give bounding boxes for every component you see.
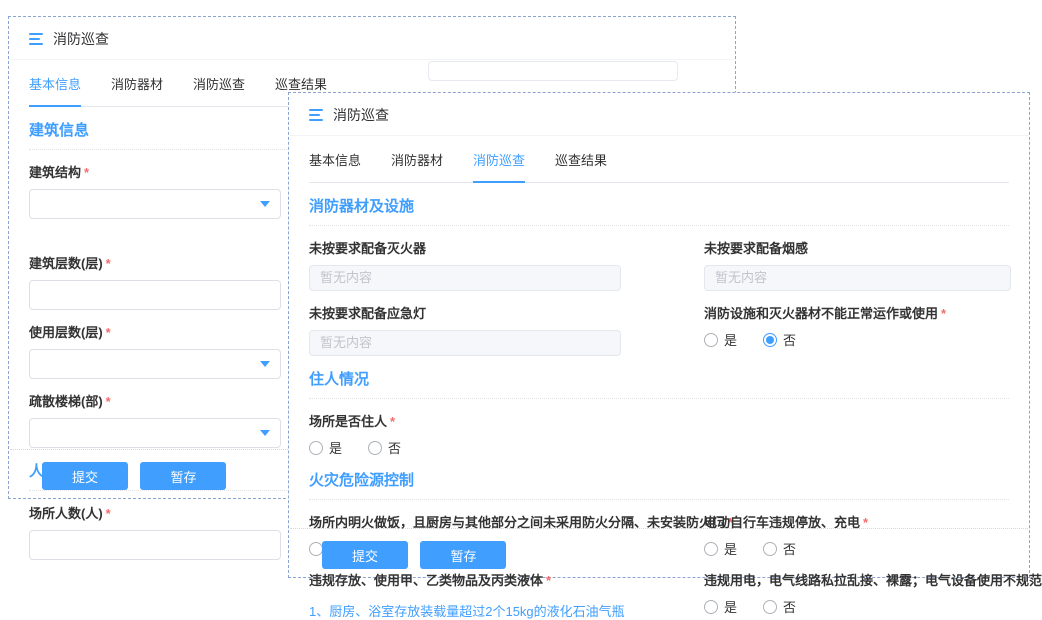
required-mark: *: [390, 414, 395, 429]
tab-basic-info[interactable]: 基本信息: [29, 66, 81, 107]
page-title: 消防巡查: [53, 29, 109, 49]
extinguisher-label: 未按要求配备灭火器: [309, 238, 621, 257]
is-occupied-radio-group: 是 否: [309, 438, 1009, 457]
tab-basic-info[interactable]: 基本信息: [309, 142, 361, 182]
equipment-malfunction-radio-group: 是 否: [704, 330, 1011, 349]
section-fire-equipment-facilities: 消防器材及设施: [309, 195, 1009, 226]
building-floors-input[interactable]: [29, 280, 281, 310]
required-mark: *: [546, 573, 551, 588]
tab-fire-inspection[interactable]: 消防巡查: [193, 66, 245, 106]
smoke-detector-input: 暂无内容: [704, 265, 1011, 291]
submit-button[interactable]: 提交: [322, 541, 408, 569]
submit-button[interactable]: 提交: [42, 462, 128, 490]
radio-no[interactable]: 否: [763, 330, 796, 349]
caret-down-icon: [260, 201, 270, 207]
radio-yes[interactable]: 是: [704, 597, 737, 616]
save-draft-button[interactable]: 暂存: [140, 462, 226, 490]
electrical-violation-label: 违规用电，电气线路私拉乱接、裸露；电气设备使用不规范*: [704, 570, 1011, 589]
extinguisher-input: 暂无内容: [309, 265, 621, 291]
hazardous-materials-detail-link[interactable]: 1、厨房、浴室存放装载量超过2个15kg的液化石油气瓶: [309, 601, 621, 620]
window-header: 消防巡查: [9, 23, 735, 60]
emergency-light-input: 暂无内容: [309, 330, 621, 356]
radio-circle-icon: [368, 441, 382, 455]
used-floors-select[interactable]: [29, 349, 281, 379]
radio-no[interactable]: 否: [368, 438, 401, 457]
radio-circle-icon: [704, 600, 718, 614]
radio-circle-icon: [763, 600, 777, 614]
window-fire-inspection: 消防巡查 基本信息 消防器材 消防巡查 巡查结果 消防器材及设施 未按要求配备灭…: [288, 92, 1030, 578]
required-mark: *: [941, 306, 946, 321]
tab-fire-equipment[interactable]: 消防器材: [111, 66, 163, 106]
hazardous-materials-label: 违规存放、使用甲、乙类物品及丙类液体*: [309, 570, 621, 589]
section-fire-hazard-control: 火灾危险源控制: [309, 469, 1009, 500]
emergency-light-label: 未按要求配备应急灯: [309, 303, 621, 322]
field-equipment-malfunction: 消防设施和灭火器材不能正常运作或使用* 是 否: [704, 291, 1011, 349]
tab-bar: 基本信息 消防器材 消防巡查 巡查结果: [309, 142, 1009, 183]
tab-inspection-result[interactable]: 巡查结果: [555, 142, 607, 182]
evacuation-stairs-select[interactable]: [29, 418, 281, 448]
equipment-grid: 未按要求配备灭火器 暂无内容 未按要求配备烟感 暂无内容 未按要求配备应急灯 暂…: [309, 226, 1009, 356]
radio-yes[interactable]: 是: [309, 438, 342, 457]
menu-fold-icon[interactable]: [29, 33, 43, 45]
required-mark: *: [106, 256, 111, 271]
caret-down-icon: [260, 361, 270, 367]
smoke-detector-label: 未按要求配备烟感: [704, 238, 1011, 257]
tab-fire-inspection[interactable]: 消防巡查: [473, 142, 525, 183]
field-emergency-light: 未按要求配备应急灯 暂无内容: [309, 291, 621, 356]
caret-down-icon: [260, 430, 270, 436]
radio-circle-icon: [763, 333, 777, 347]
required-mark: *: [106, 325, 111, 340]
is-occupied-label: 场所是否住人*: [309, 411, 1009, 430]
building-structure-select[interactable]: [29, 189, 281, 219]
field-is-occupied: 场所是否住人* 是 否: [309, 411, 1009, 457]
electrical-violation-radio-group: 是 否: [704, 597, 1011, 616]
occupant-count-input[interactable]: [29, 530, 281, 560]
window-body: 消防巡查 基本信息 消防器材 消防巡查 巡查结果 消防器材及设施 未按要求配备灭…: [289, 93, 1029, 577]
form-footer: 提交 暂存: [290, 528, 1028, 569]
required-mark: *: [84, 165, 89, 180]
section-occupancy: 住人情况: [309, 368, 1009, 399]
page-title: 消防巡查: [333, 105, 389, 125]
required-mark: *: [106, 394, 111, 409]
radio-circle-icon: [704, 333, 718, 347]
field-extinguisher: 未按要求配备灭火器 暂无内容: [309, 226, 621, 291]
menu-fold-icon[interactable]: [309, 109, 323, 121]
field-smoke-detector: 未按要求配备烟感 暂无内容: [704, 226, 1011, 291]
partial-input-field[interactable]: [428, 61, 678, 81]
required-mark: *: [106, 506, 111, 521]
radio-yes[interactable]: 是: [704, 330, 737, 349]
equipment-malfunction-label: 消防设施和灭火器材不能正常运作或使用*: [704, 303, 1011, 322]
radio-no[interactable]: 否: [763, 597, 796, 616]
save-draft-button[interactable]: 暂存: [420, 541, 506, 569]
radio-circle-icon: [309, 441, 323, 455]
window-header: 消防巡查: [289, 99, 1029, 136]
tab-fire-equipment[interactable]: 消防器材: [391, 142, 443, 182]
